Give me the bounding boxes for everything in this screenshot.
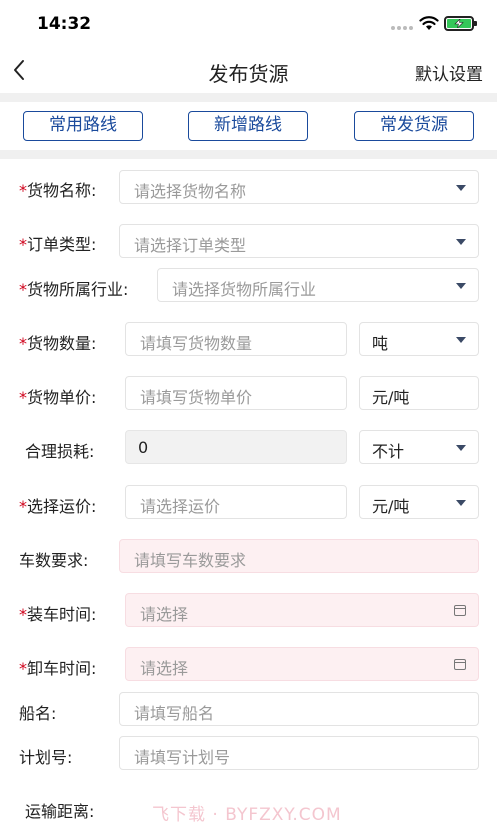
unit-price-unit: 元/吨 xyxy=(359,376,479,410)
dropdown-arrow-icon xyxy=(456,239,466,245)
frequent-cargo-button[interactable]: 常发货源 xyxy=(354,111,474,141)
nav-bar: 发布货源 默认设置 xyxy=(0,48,497,92)
dropdown-arrow-icon xyxy=(456,185,466,191)
plan-no-label: 计划号: xyxy=(19,748,73,767)
dropdown-arrow-icon xyxy=(456,445,466,451)
section-divider xyxy=(0,93,497,102)
quantity-input[interactable]: 请填写货物数量 xyxy=(125,322,347,356)
industry-select[interactable]: 请选择货物所属行业 xyxy=(157,268,479,302)
freight-unit-select[interactable]: 元/吨 xyxy=(359,485,479,519)
loss-unit-select[interactable]: 不计 xyxy=(359,430,479,464)
dropdown-arrow-icon xyxy=(456,283,466,289)
unit-price-label: *货物单价: xyxy=(19,388,97,407)
order-type-select[interactable]: 请选择订单类型 xyxy=(119,224,479,258)
section-divider xyxy=(0,150,497,159)
freight-label: *选择运价: xyxy=(19,497,97,516)
unload-time-label: *卸车时间: xyxy=(19,659,97,678)
watermark: 飞下载 · BYFZXY.COM xyxy=(152,805,342,825)
load-time-picker[interactable]: 请选择 xyxy=(125,593,479,627)
plan-no-input[interactable]: 请填写计划号 xyxy=(119,736,479,770)
cargo-name-select[interactable]: 请选择货物名称 xyxy=(119,170,479,204)
dropdown-arrow-icon xyxy=(456,500,466,506)
cargo-name-label: *货物名称: xyxy=(19,181,97,200)
unload-time-picker[interactable]: 请选择 xyxy=(125,647,479,681)
quantity-unit-select[interactable]: 吨 xyxy=(359,322,479,356)
dropdown-arrow-icon xyxy=(456,337,466,343)
add-route-button[interactable]: 新增路线 xyxy=(188,111,308,141)
loss-input[interactable]: 0 xyxy=(125,430,347,464)
calendar-icon xyxy=(454,659,466,670)
ship-name-label: 船名: xyxy=(19,704,57,723)
unit-price-input[interactable]: 请填写货物单价 xyxy=(125,376,347,410)
vehicles-input[interactable]: 请填写车数要求 xyxy=(119,539,479,573)
freight-input[interactable]: 请选择运价 xyxy=(125,485,347,519)
ship-name-input[interactable]: 请填写船名 xyxy=(119,692,479,726)
quantity-label: *货物数量: xyxy=(19,334,97,353)
signal-icon xyxy=(391,26,415,45)
common-routes-button[interactable]: 常用路线 xyxy=(23,111,143,141)
distance-label: 运输距离: xyxy=(25,802,95,821)
calendar-icon xyxy=(454,605,466,616)
loss-label: 合理损耗: xyxy=(25,442,95,461)
wifi-icon xyxy=(419,16,439,30)
load-time-label: *装车时间: xyxy=(19,605,97,624)
industry-label: *货物所属行业: xyxy=(19,280,129,299)
battery-icon xyxy=(444,16,477,31)
status-bar: 14:32 xyxy=(0,0,497,48)
status-time: 14:32 xyxy=(37,14,92,34)
vehicles-label: 车数要求: xyxy=(19,551,89,570)
default-settings-button[interactable]: 默认设置 xyxy=(415,60,483,85)
order-type-label: *订单类型: xyxy=(19,235,97,254)
